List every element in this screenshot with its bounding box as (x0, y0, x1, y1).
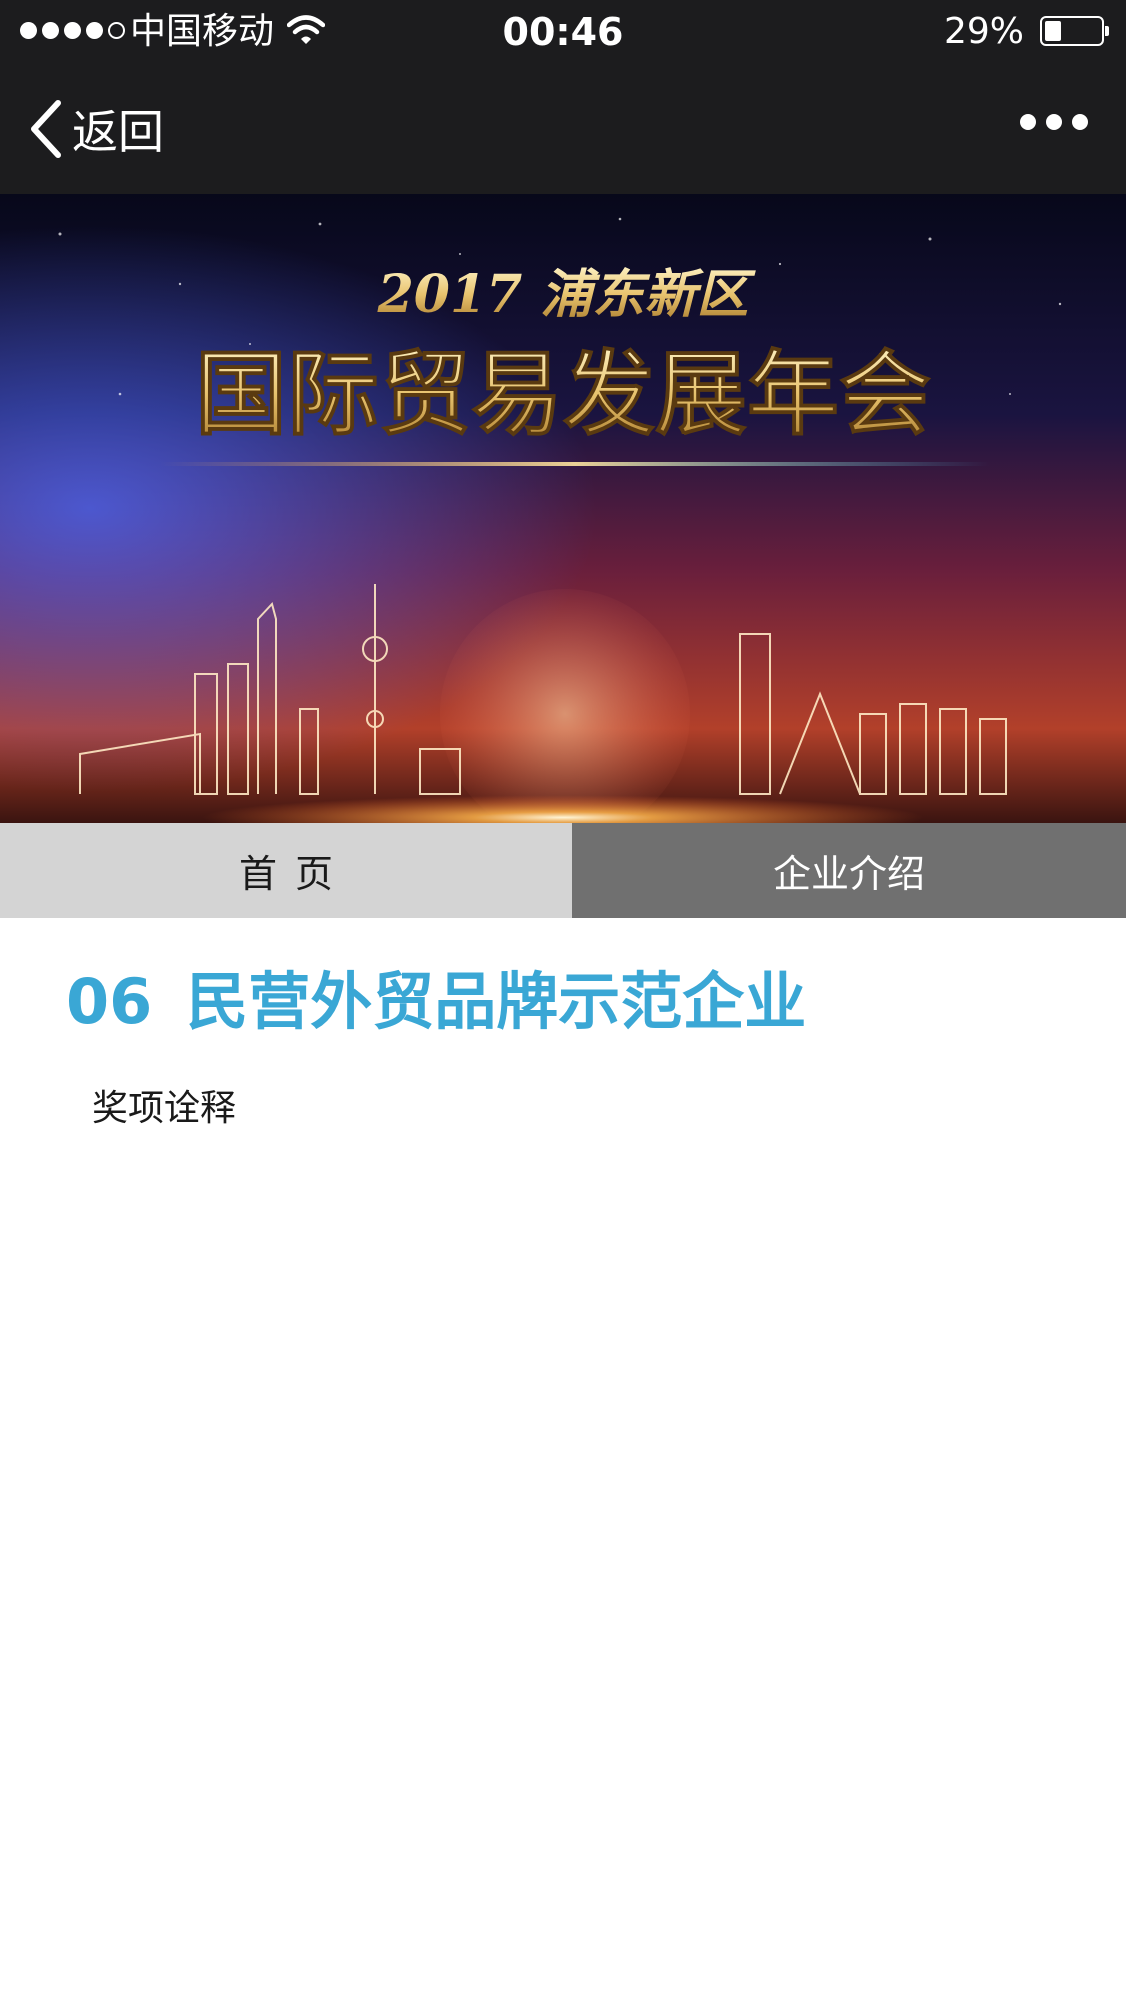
banner-year-line: 2017 浦东新区 (377, 264, 757, 325)
tab-bar: 首页 企业介绍 (0, 823, 1126, 918)
banner-title: 国际贸易发展年会 (195, 340, 931, 448)
back-label: 返回 (72, 105, 164, 159)
nav-bar: 返回 (0, 64, 1126, 194)
battery-percentage: 29% (943, 11, 1024, 52)
tab-company-intro[interactable]: 企业介绍 (572, 823, 1126, 918)
more-dot (1072, 114, 1088, 130)
section-number: 06 (66, 965, 153, 1038)
section-heading: 06 民营外贸品牌示范企业 (66, 962, 806, 1042)
more-dot (1046, 114, 1062, 130)
back-button[interactable]: 返回 (28, 94, 164, 164)
chevron-left-icon (31, 100, 61, 158)
battery-icon (1040, 16, 1109, 46)
award-description-label: 奖项诠释 (92, 1088, 237, 1129)
tab-home[interactable]: 首页 (0, 823, 572, 918)
event-banner: 2017 浦东新区 国际贸易发展年会 (0, 194, 1126, 823)
more-dot (1020, 114, 1036, 130)
battery-level (1045, 21, 1061, 41)
status-bar: 中国移动 00:46 29% (0, 0, 1126, 64)
more-dots-icon[interactable] (1020, 114, 1088, 130)
section-title: 民营外贸品牌示范企业 (186, 965, 807, 1038)
banner-image: 2017 浦东新区 国际贸易发展年会 (0, 194, 1126, 823)
